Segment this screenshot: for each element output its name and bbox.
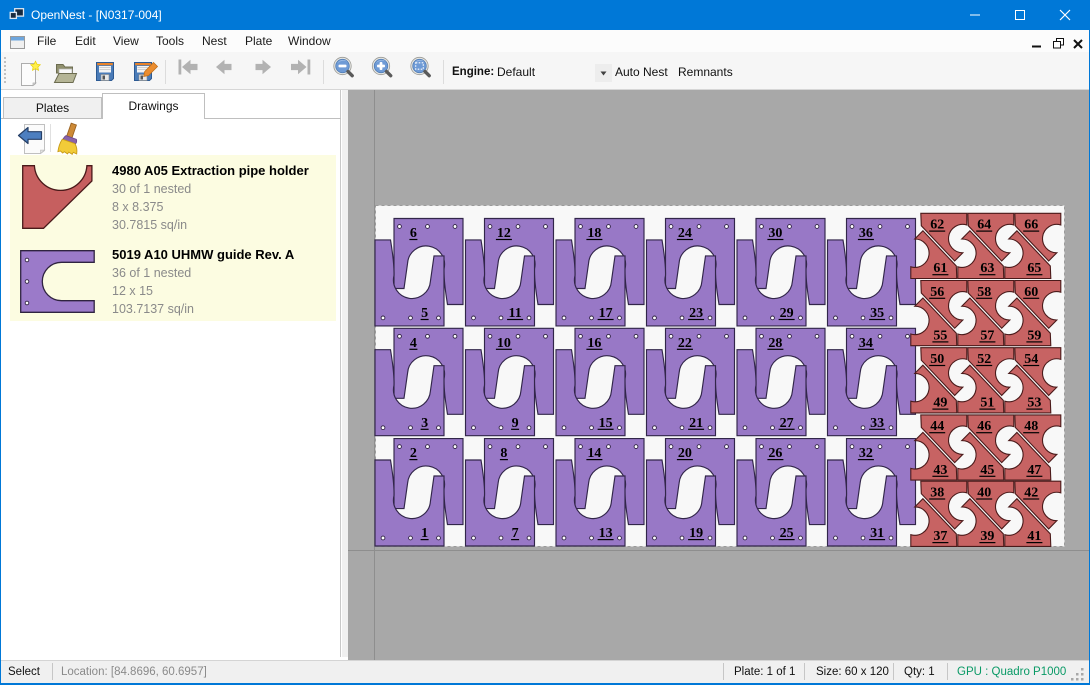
- svg-text:30: 30: [768, 226, 782, 241]
- svg-text:12: 12: [497, 226, 511, 241]
- svg-text:55: 55: [933, 328, 947, 343]
- svg-text:48: 48: [1024, 419, 1038, 434]
- svg-text:38: 38: [930, 486, 944, 501]
- svg-text:1: 1: [421, 526, 428, 541]
- svg-text:49: 49: [933, 396, 947, 411]
- svg-text:54: 54: [1024, 352, 1038, 367]
- svg-text:21: 21: [689, 416, 703, 431]
- svg-text:35: 35: [870, 306, 884, 321]
- svg-text:60: 60: [1024, 285, 1038, 300]
- svg-text:66: 66: [1024, 218, 1038, 233]
- svg-text:18: 18: [587, 226, 601, 241]
- svg-text:61: 61: [933, 261, 947, 276]
- svg-text:47: 47: [1027, 463, 1041, 478]
- svg-text:52: 52: [977, 352, 991, 367]
- svg-text:59: 59: [1027, 328, 1041, 343]
- svg-text:29: 29: [780, 306, 794, 321]
- svg-text:22: 22: [678, 336, 692, 351]
- svg-text:51: 51: [980, 396, 994, 411]
- svg-text:63: 63: [980, 261, 994, 276]
- svg-text:36: 36: [859, 226, 873, 241]
- svg-text:5: 5: [421, 306, 428, 321]
- svg-text:6: 6: [410, 226, 417, 241]
- svg-text:27: 27: [780, 416, 794, 431]
- svg-text:33: 33: [870, 416, 884, 431]
- svg-text:41: 41: [1027, 529, 1041, 544]
- svg-text:53: 53: [1027, 396, 1041, 411]
- svg-text:19: 19: [689, 526, 703, 541]
- svg-text:7: 7: [512, 526, 519, 541]
- svg-text:42: 42: [1024, 486, 1038, 501]
- svg-text:44: 44: [930, 419, 944, 434]
- svg-text:43: 43: [933, 463, 947, 478]
- svg-text:10: 10: [497, 336, 511, 351]
- svg-text:46: 46: [977, 419, 991, 434]
- svg-text:9: 9: [512, 416, 519, 431]
- svg-text:16: 16: [587, 336, 601, 351]
- svg-text:25: 25: [780, 526, 794, 541]
- svg-text:64: 64: [977, 218, 991, 233]
- svg-text:40: 40: [977, 486, 991, 501]
- svg-text:14: 14: [587, 446, 601, 461]
- svg-text:26: 26: [768, 446, 782, 461]
- svg-text:57: 57: [980, 328, 994, 343]
- svg-text:58: 58: [977, 285, 991, 300]
- svg-text:13: 13: [599, 526, 613, 541]
- svg-text:2: 2: [410, 446, 417, 461]
- svg-text:65: 65: [1027, 261, 1041, 276]
- svg-text:34: 34: [859, 336, 873, 351]
- svg-text:23: 23: [689, 306, 703, 321]
- svg-text:3: 3: [421, 416, 428, 431]
- svg-text:37: 37: [933, 529, 947, 544]
- svg-text:39: 39: [980, 529, 994, 544]
- svg-text:4: 4: [410, 336, 417, 351]
- svg-text:56: 56: [930, 285, 944, 300]
- svg-text:45: 45: [980, 463, 994, 478]
- svg-text:17: 17: [599, 306, 613, 321]
- svg-text:62: 62: [930, 218, 944, 233]
- svg-text:8: 8: [500, 446, 507, 461]
- svg-text:24: 24: [678, 226, 692, 241]
- svg-text:20: 20: [678, 446, 692, 461]
- svg-text:31: 31: [870, 526, 884, 541]
- svg-text:15: 15: [599, 416, 613, 431]
- svg-text:50: 50: [930, 352, 944, 367]
- svg-text:32: 32: [859, 446, 873, 461]
- svg-text:11: 11: [508, 306, 521, 321]
- svg-text:28: 28: [768, 336, 782, 351]
